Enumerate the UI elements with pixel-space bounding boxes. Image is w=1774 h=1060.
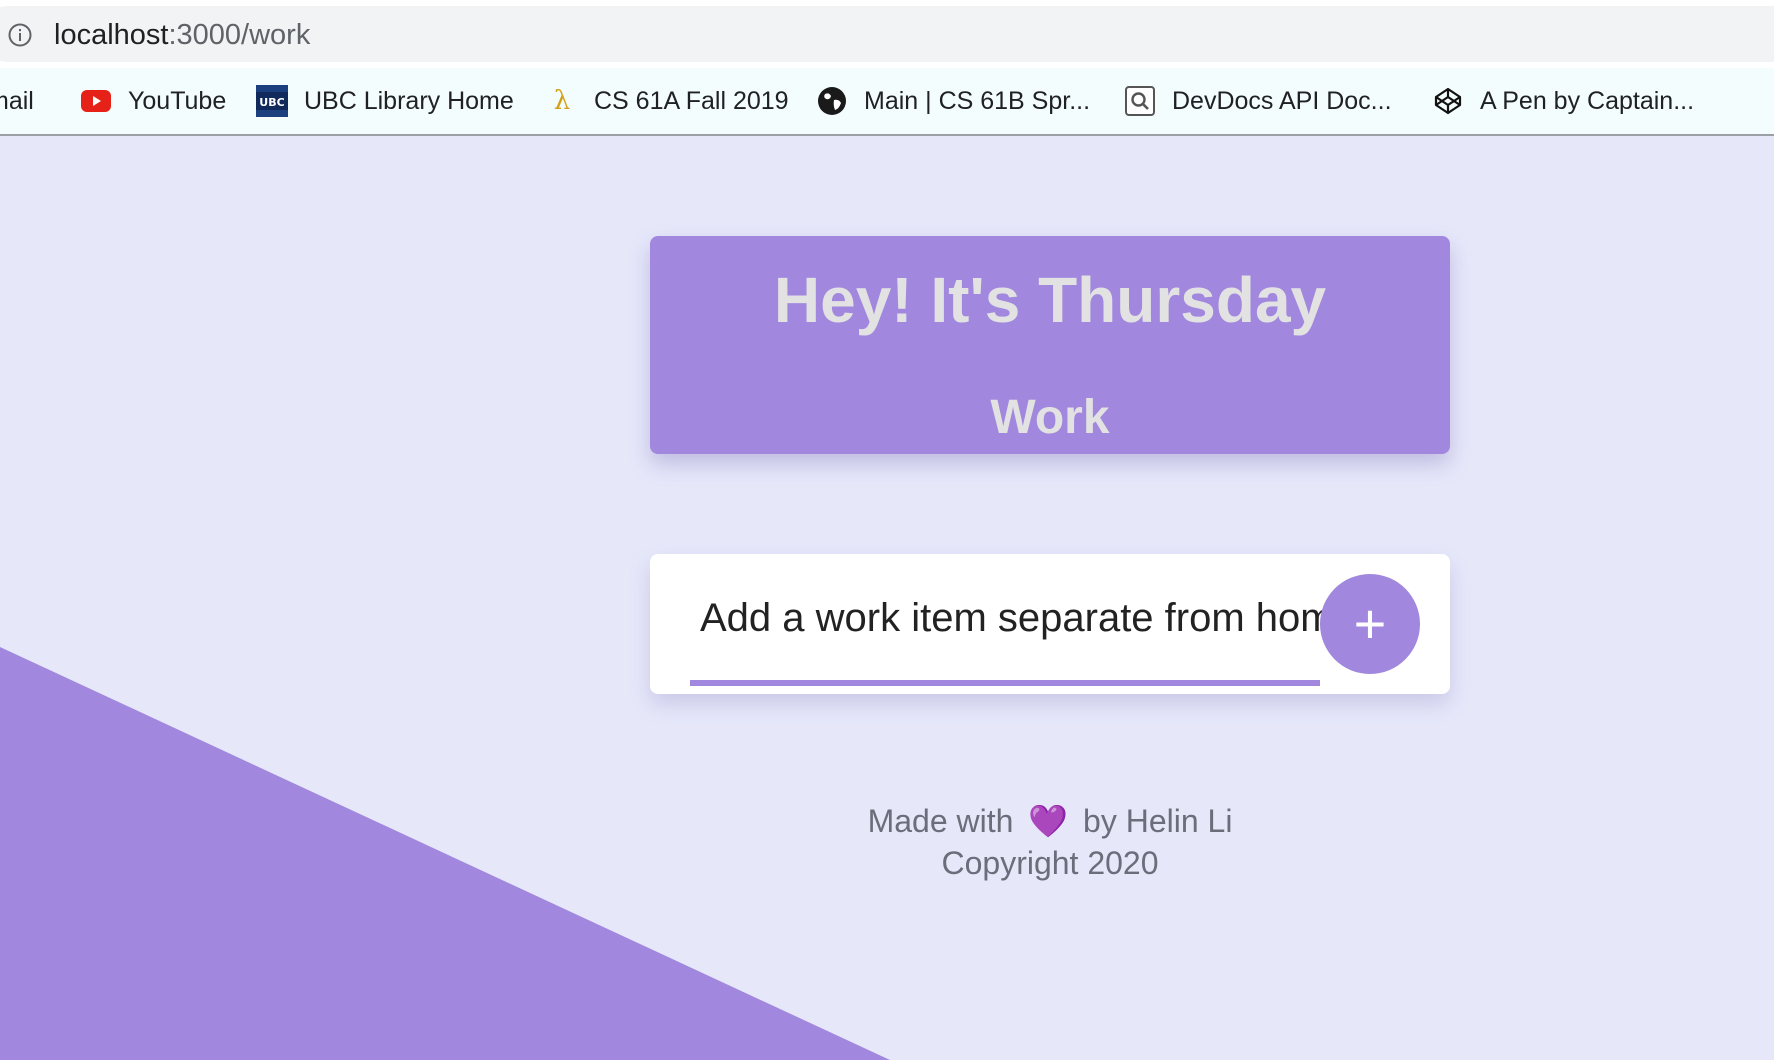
lambda-icon: λ xyxy=(553,86,571,116)
bookmark-devdocs[interactable]: DevDocs API Doc... xyxy=(1124,68,1392,134)
bookmark-label: Main | CS 61B Spr... xyxy=(864,86,1091,115)
footer-made-with: Made with xyxy=(867,803,1014,839)
globe-icon xyxy=(816,85,848,117)
bookmark-label: DevDocs API Doc... xyxy=(1172,86,1392,115)
url-path: :3000/work xyxy=(168,19,311,51)
add-item-button[interactable]: + xyxy=(1320,574,1420,674)
bookmark-label: mail xyxy=(0,86,34,115)
url-host: localhost xyxy=(54,19,169,51)
footer-author: by Helin Li xyxy=(1083,803,1233,839)
input-underline xyxy=(690,680,1320,686)
footer: Made with 💜 by Helin Li Copyright 2020 xyxy=(650,800,1450,884)
page-title: Hey! It's Thursday xyxy=(773,264,1327,336)
info-icon[interactable] xyxy=(8,23,32,47)
footer-credit: Made with 💜 by Helin Li xyxy=(650,800,1450,842)
new-item-form: + xyxy=(650,554,1450,694)
bookmark-gmail[interactable]: mail xyxy=(0,68,34,134)
bookmark-cs61a[interactable]: λ CS 61A Fall 2019 xyxy=(546,68,789,134)
youtube-icon xyxy=(80,85,112,117)
svg-text:UBC: UBC xyxy=(259,96,284,109)
bookmark-cs61b[interactable]: Main | CS 61B Spr... xyxy=(816,68,1090,134)
bookmark-label: A Pen by Captain... xyxy=(1480,86,1695,115)
bookmark-codepen[interactable]: A Pen by Captain... xyxy=(1432,68,1694,134)
browser-address-bar: localhost:3000/work xyxy=(0,0,1774,68)
new-item-input[interactable] xyxy=(690,584,1330,652)
page-content: Hey! It's Thursday Work + Made with 💜 by… xyxy=(0,136,1774,1060)
heart-icon: 💜 xyxy=(1028,803,1069,839)
devdocs-icon xyxy=(1124,85,1156,117)
bookmark-label: CS 61A Fall 2019 xyxy=(594,86,789,115)
bookmarks-bar: mail YouTube UBC UBC Library Home λ CS 6… xyxy=(0,68,1774,136)
heading-card: Hey! It's Thursday Work xyxy=(650,236,1450,454)
codepen-icon xyxy=(1432,85,1464,117)
ubc-icon: UBC xyxy=(256,85,288,117)
bookmark-label: UBC Library Home xyxy=(304,86,514,115)
bookmark-label: YouTube xyxy=(128,86,227,115)
footer-copyright: Copyright 2020 xyxy=(941,845,1159,881)
bookmark-youtube[interactable]: YouTube xyxy=(80,68,226,134)
bookmark-ubc-library[interactable]: UBC UBC Library Home xyxy=(256,68,514,134)
list-title: Work xyxy=(990,391,1110,444)
url-text[interactable]: localhost:3000/work xyxy=(54,17,310,53)
